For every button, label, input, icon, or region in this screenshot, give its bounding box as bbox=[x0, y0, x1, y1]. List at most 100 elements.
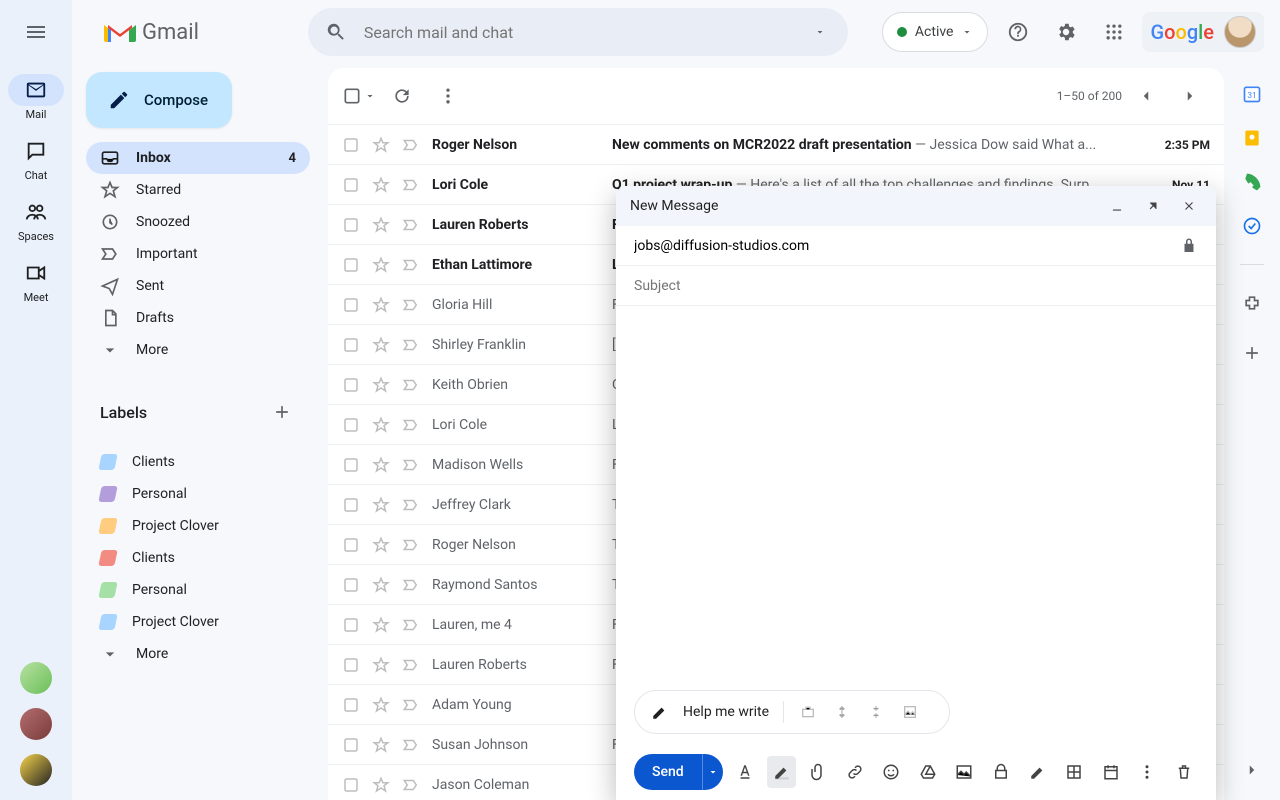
gmail-logo[interactable]: Gmail bbox=[104, 20, 298, 45]
important-marker-icon[interactable] bbox=[402, 696, 420, 714]
star-icon[interactable] bbox=[372, 136, 390, 154]
star-icon[interactable] bbox=[372, 496, 390, 514]
star-icon[interactable] bbox=[372, 536, 390, 554]
status-chip[interactable]: Active bbox=[882, 12, 989, 52]
send-button[interactable]: Send bbox=[634, 754, 723, 790]
main-menu-button[interactable] bbox=[12, 8, 60, 56]
label-item[interactable]: Project Clover bbox=[86, 606, 310, 638]
important-marker-icon[interactable] bbox=[402, 336, 420, 354]
compose-subject-input[interactable] bbox=[634, 278, 1198, 294]
support-button[interactable] bbox=[998, 12, 1038, 52]
star-icon[interactable] bbox=[372, 176, 390, 194]
important-marker-icon[interactable] bbox=[402, 576, 420, 594]
presence-avatar[interactable] bbox=[20, 754, 52, 786]
compose-to-field[interactable] bbox=[616, 226, 1216, 266]
star-icon[interactable] bbox=[372, 456, 390, 474]
send-more[interactable] bbox=[702, 754, 723, 790]
star-icon[interactable] bbox=[372, 736, 390, 754]
pager-prev[interactable] bbox=[1126, 76, 1166, 116]
mail-row[interactable]: Roger Nelson New comments on MCR2022 dra… bbox=[328, 124, 1224, 164]
star-icon[interactable] bbox=[372, 416, 390, 434]
checkbox-icon[interactable] bbox=[342, 376, 360, 394]
insert-image-button[interactable] bbox=[950, 756, 979, 788]
label-item[interactable]: Clients bbox=[86, 446, 310, 478]
important-marker-icon[interactable] bbox=[402, 776, 420, 794]
more-actions-button[interactable] bbox=[428, 76, 468, 116]
important-marker-icon[interactable] bbox=[402, 176, 420, 194]
hmw-collapse-icon[interactable] bbox=[866, 702, 886, 722]
select-all[interactable] bbox=[342, 86, 376, 106]
compose-popout[interactable] bbox=[1140, 193, 1166, 219]
plus-icon[interactable] bbox=[1242, 343, 1262, 363]
refresh-button[interactable] bbox=[382, 76, 422, 116]
nav-item-inbox[interactable]: Inbox 4 bbox=[86, 142, 310, 174]
schedule-button[interactable] bbox=[1096, 756, 1125, 788]
compose-more-button[interactable] bbox=[1133, 756, 1162, 788]
rail-app-chat[interactable]: Chat bbox=[0, 135, 72, 182]
important-marker-icon[interactable] bbox=[402, 296, 420, 314]
pager-next[interactable] bbox=[1170, 76, 1210, 116]
important-marker-icon[interactable] bbox=[402, 136, 420, 154]
hmw-image-icon[interactable] bbox=[900, 702, 920, 722]
compose-close[interactable] bbox=[1176, 193, 1202, 219]
nav-item-important[interactable]: Important bbox=[86, 238, 310, 270]
search-input[interactable] bbox=[364, 23, 792, 42]
nav-item-starred[interactable]: Starred bbox=[86, 174, 310, 206]
attach-button[interactable] bbox=[804, 756, 833, 788]
star-icon[interactable] bbox=[372, 656, 390, 674]
account-switcher[interactable]: Google bbox=[1142, 12, 1264, 52]
important-marker-icon[interactable] bbox=[402, 416, 420, 434]
insert-emoji-button[interactable] bbox=[877, 756, 906, 788]
insert-signature-button[interactable] bbox=[1023, 756, 1052, 788]
checkbox-icon[interactable] bbox=[342, 776, 360, 794]
label-item[interactable]: Project Clover bbox=[86, 510, 310, 542]
insert-table-button[interactable] bbox=[1060, 756, 1089, 788]
nav-item-more-labels[interactable]: More bbox=[86, 638, 310, 670]
star-icon[interactable] bbox=[372, 776, 390, 794]
important-marker-icon[interactable] bbox=[402, 736, 420, 754]
call-icon[interactable] bbox=[1242, 172, 1262, 192]
checkbox-icon[interactable] bbox=[342, 696, 360, 714]
nav-item-more[interactable]: More bbox=[86, 334, 310, 366]
confidential-button[interactable] bbox=[987, 756, 1016, 788]
lock-icon[interactable] bbox=[1180, 237, 1198, 255]
star-icon[interactable] bbox=[372, 216, 390, 234]
calendar-icon[interactable]: 31 bbox=[1242, 84, 1262, 104]
checkbox-icon[interactable] bbox=[342, 416, 360, 434]
nav-item-snoozed[interactable]: Snoozed bbox=[86, 206, 310, 238]
presence-avatar[interactable] bbox=[20, 708, 52, 740]
important-marker-icon[interactable] bbox=[402, 216, 420, 234]
important-marker-icon[interactable] bbox=[402, 616, 420, 634]
addons-icon[interactable] bbox=[1242, 293, 1262, 313]
compose-minimize[interactable] bbox=[1104, 193, 1130, 219]
collapse-panel-button[interactable] bbox=[1234, 752, 1270, 788]
important-marker-icon[interactable] bbox=[402, 256, 420, 274]
insert-drive-button[interactable] bbox=[914, 756, 943, 788]
compose-button[interactable]: Compose bbox=[86, 72, 232, 128]
presence-avatar[interactable] bbox=[20, 662, 52, 694]
label-item[interactable]: Clients bbox=[86, 542, 310, 574]
label-item[interactable]: Personal bbox=[86, 574, 310, 606]
rail-app-spaces[interactable]: Spaces bbox=[0, 196, 72, 243]
label-item[interactable]: Personal bbox=[86, 478, 310, 510]
checkbox-icon[interactable] bbox=[342, 456, 360, 474]
star-icon[interactable] bbox=[372, 336, 390, 354]
important-marker-icon[interactable] bbox=[402, 376, 420, 394]
nav-item-sent[interactable]: Sent bbox=[86, 270, 310, 302]
nav-item-drafts[interactable]: Drafts bbox=[86, 302, 310, 334]
checkbox-icon[interactable] bbox=[342, 496, 360, 514]
compose-to-input[interactable] bbox=[634, 238, 1172, 254]
star-icon[interactable] bbox=[372, 696, 390, 714]
important-marker-icon[interactable] bbox=[402, 456, 420, 474]
checkbox-icon[interactable] bbox=[342, 296, 360, 314]
search-bar[interactable] bbox=[308, 8, 848, 56]
compose-subject-field[interactable] bbox=[616, 266, 1216, 306]
compose-body[interactable] bbox=[616, 306, 1216, 690]
format-text-button[interactable] bbox=[731, 756, 760, 788]
google-apps-button[interactable] bbox=[1094, 12, 1134, 52]
keep-icon[interactable] bbox=[1242, 128, 1262, 148]
hmw-briefcase-icon[interactable] bbox=[798, 702, 818, 722]
star-icon[interactable] bbox=[372, 576, 390, 594]
search-button[interactable] bbox=[316, 12, 356, 52]
hmw-expand-icon[interactable] bbox=[832, 702, 852, 722]
